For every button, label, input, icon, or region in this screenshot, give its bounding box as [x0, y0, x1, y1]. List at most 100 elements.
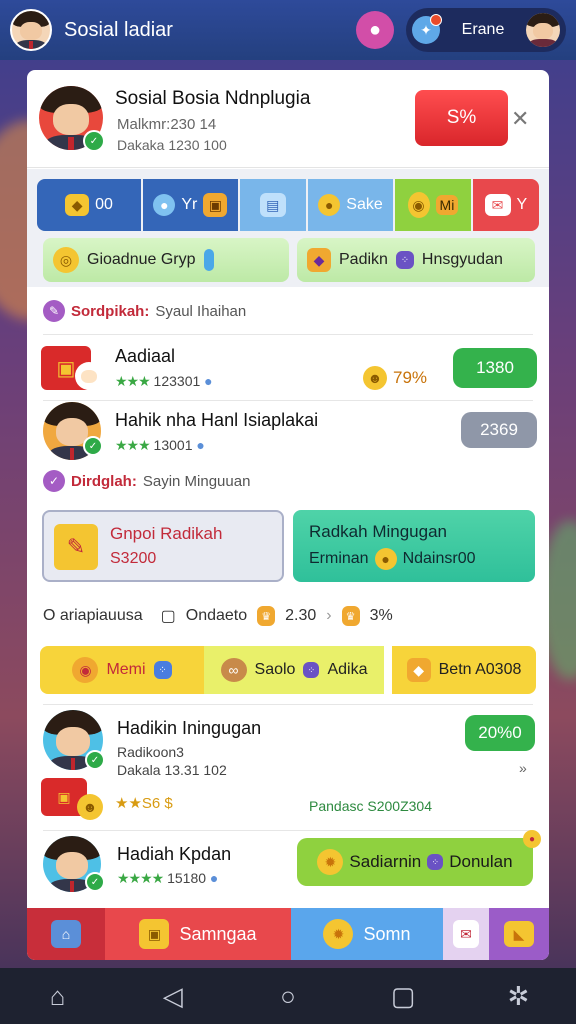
feature-item[interactable]: ✓ Hadikin Iningugan Radikoon3 Dakala 13.…: [27, 710, 549, 820]
feature-stars: ★★S6 $: [115, 795, 173, 812]
tab-gems[interactable]: ◆ 00: [37, 179, 142, 231]
tab-shop[interactable]: ▤: [239, 179, 306, 231]
coin-icon: ●: [318, 194, 341, 216]
header-line-1: Malkmr:230 14: [117, 116, 217, 133]
user-avatar[interactable]: [526, 13, 560, 47]
promo-card-left[interactable]: ✎ Gnpoi Radikah S3200: [42, 510, 284, 582]
gem-icon: ◆: [65, 194, 90, 216]
back-icon[interactable]: ◁: [143, 968, 203, 1024]
header-line-2: Dakaka 1230 100: [117, 137, 227, 153]
item-percent: 79%: [393, 368, 428, 387]
header-title: Sosial Bosia Ndnplugia: [115, 88, 311, 109]
profile-avatar[interactable]: [10, 9, 52, 51]
dice-icon: ⁘: [303, 662, 320, 678]
tab-drops[interactable]: ● Yr ▣: [143, 179, 238, 231]
divider: [43, 334, 533, 335]
app-title: Sosial ladiar: [64, 18, 173, 41]
bottom-tab-somn[interactable]: ✹ Somn: [291, 908, 443, 960]
quick-button-group[interactable]: ◎ Gioadnue Gryp: [43, 238, 289, 282]
recents-icon[interactable]: ▢: [373, 968, 433, 1024]
dice-icon: ⁘: [427, 854, 444, 870]
account-pill[interactable]: ✦ Erane: [406, 8, 566, 52]
tab-medal[interactable]: ◉ Mi: [395, 179, 471, 231]
item-rating: ★★★★ 15180 ●: [117, 870, 219, 886]
section-header-2: ✓ Dirdglah: Sayin Minguuan: [43, 470, 250, 492]
trophy-icon: ◎: [53, 247, 79, 273]
bottom-tab-bar: ⌂ ▣ Samngaa ✹ Somn ✉ ◣: [27, 908, 549, 960]
verified-icon: ✓: [85, 872, 105, 892]
treasure-icon: ▣: [139, 919, 170, 949]
verified-icon: ✓: [83, 130, 105, 152]
chevron-right-icon[interactable]: ›: [326, 607, 331, 625]
settings-icon[interactable]: ✲: [488, 968, 548, 1024]
item-name: Aadiaal: [115, 346, 176, 366]
tab-bar: ◆ 00 ● Yr ▣ ▤ ● Sake ◉ Mi ✉ Y: [37, 179, 539, 231]
person-icon[interactable]: ●: [356, 11, 394, 49]
robot-icon: ▣: [203, 193, 228, 217]
tab-sake[interactable]: ● Sake: [307, 179, 394, 231]
verified-icon: ✓: [85, 750, 105, 770]
item-name: Hahik nha Hanl Isiaplakai: [115, 410, 319, 430]
tab-mail[interactable]: ✉ Y: [472, 179, 539, 231]
list-item[interactable]: ▣ Aadiaal ★★★ 123301 ● ☻ 79% 1380: [27, 340, 549, 400]
bottom-tab-home[interactable]: ⌂: [27, 908, 105, 960]
dice-icon: ⁘: [395, 251, 414, 269]
gem-icon: ◆: [406, 658, 431, 682]
section-header-1: ✎ Sordpikah: Syaul Ihaihan: [43, 300, 246, 322]
top-bar: Sosial ladiar ● ✦ Erane: [0, 0, 576, 60]
memi-button[interactable]: ◉ Memi ⁘: [40, 646, 204, 694]
bottom-tab-samngaa[interactable]: ▣ Samngaa: [105, 908, 291, 960]
last-action-button[interactable]: ✹ Sadiarnin ⁘ Donulan: [297, 838, 533, 886]
coin-icon: ◉: [72, 657, 99, 683]
betn-button[interactable]: ◆ Betn A0308: [392, 646, 536, 694]
sun-icon: ✹: [323, 919, 354, 949]
info-row: O ariapiauusa ▢ Ondaeto ♛ 2.30 › ♛ 3%: [43, 606, 393, 626]
dice-icon: ⁘: [153, 661, 172, 679]
medal-icon: ◉: [407, 192, 430, 218]
close-icon[interactable]: ✕: [511, 106, 529, 132]
list-item[interactable]: ✓ Hadiah Kpdan ★★★★ 15180 ● ✹ Sadiarnin …: [27, 830, 549, 894]
shop-icon: ▤: [259, 193, 286, 217]
item-badge[interactable]: 1380: [453, 348, 537, 388]
item-name: Hadiah Kpdan: [117, 844, 232, 864]
card-title: Radkah Mingugan: [309, 522, 447, 541]
trophy-icon: ♛: [257, 606, 276, 626]
list-item[interactable]: ✓ Hahik nha Hanl Isiaplakai ★★★ 13001 ● …: [27, 402, 549, 462]
feature-name: Hadikin Iningugan: [117, 718, 262, 738]
panel-header: ✓ Sosial Bosia Ndnplugia Malkmr:230 14 D…: [27, 70, 549, 168]
card-title: Gnpoi Radikah: [110, 524, 223, 543]
divider: [43, 400, 533, 401]
bottom-tab-gift[interactable]: ✉: [443, 908, 489, 960]
cheese-icon: ◣: [504, 921, 534, 947]
notification-icon[interactable]: ✦: [412, 14, 442, 44]
verified-icon: ✓: [83, 436, 103, 456]
header-action-button[interactable]: S%: [415, 90, 508, 146]
home-circle-icon[interactable]: ○: [258, 968, 318, 1024]
drop-icon: ●: [153, 194, 176, 216]
item-rating: ★★★ 123301 ●: [115, 373, 213, 389]
saolo-button[interactable]: ∞ Saolo ⁘ Adika: [204, 646, 384, 694]
feature-badge[interactable]: 20%0: [465, 715, 535, 751]
mascot-avatar: [75, 362, 103, 390]
mail-icon: ✉: [484, 194, 511, 216]
divider: [43, 830, 533, 831]
divider: [43, 704, 533, 705]
smile-icon: ☻: [77, 794, 103, 820]
item-rating: ★★★ 13001 ●: [115, 437, 205, 453]
tag-icon: ◆: [307, 248, 331, 272]
quick-button-padikn[interactable]: ◆ Padikn ⁘ Hnsgyudan: [297, 238, 535, 282]
item-badge[interactable]: 2369: [461, 412, 537, 448]
coin-icon: ●: [374, 548, 397, 570]
home-icon[interactable]: ⌂: [28, 968, 88, 1024]
check-icon: ✎: [43, 300, 65, 322]
gift-icon: ✉: [453, 920, 479, 948]
feature-foot: Pandasc S200Z304: [309, 798, 432, 814]
check-icon: ✓: [43, 470, 65, 492]
feature-line-2: Dakala 13.31 102: [117, 762, 227, 778]
trophy-icon: ♛: [341, 606, 360, 626]
sun-icon: ✹: [317, 849, 344, 875]
bottom-tab-cheese[interactable]: ◣: [489, 908, 549, 960]
feature-arrow[interactable]: »: [519, 760, 527, 776]
promo-card-right[interactable]: Radkah Mingugan Erminan ● Ndainsr00: [293, 510, 535, 582]
feature-line-1: Radikoon3: [117, 744, 184, 760]
